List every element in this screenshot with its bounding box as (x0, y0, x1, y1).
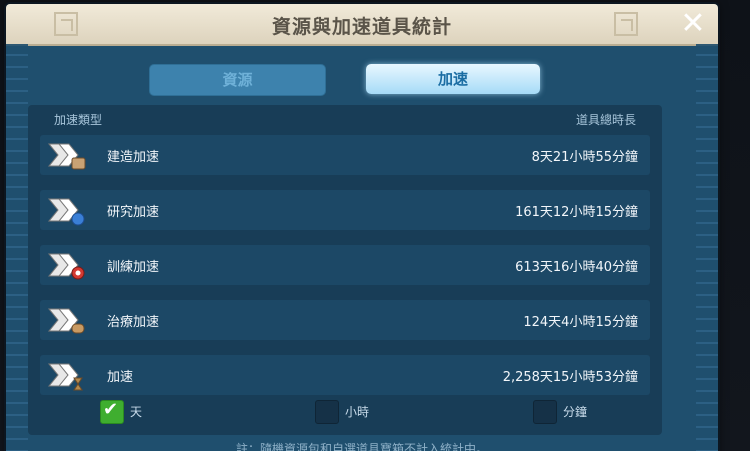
game-scene: 資源與加速道具統計 ✕ 資源 加速 加速類型 道具總時長 建造加速 8天21小時… (0, 0, 750, 451)
tab-resources[interactable]: 資源 (149, 64, 326, 96)
checkbox-hours[interactable] (315, 400, 339, 424)
dialog-header: 資源與加速道具統計 ✕ (6, 4, 718, 46)
unit-label: 小時 (345, 405, 370, 419)
training-speedup-icon (47, 253, 85, 280)
list-item: 加速 2,258天15小時53分鐘 (40, 355, 650, 395)
speedup-label: 加速 (107, 370, 134, 385)
time-unit-selector: 天 小時 分鐘 (6, 399, 718, 426)
list-item: 訓練加速 613天16小時40分鐘 (40, 245, 650, 285)
dialog-title: 資源與加速道具統計 (271, 16, 452, 38)
speedup-label: 建造加速 (107, 150, 160, 165)
list-item: 治療加速 124天4小時15分鐘 (40, 300, 650, 340)
speedup-list: 加速類型 道具總時長 建造加速 8天21小時55分鐘 研究加速 161天12小時… (28, 105, 662, 435)
unit-label: 天 (130, 405, 143, 419)
research-speedup-icon (47, 198, 85, 226)
tab-bar: 資源 加速 (6, 62, 718, 98)
footer-note: 註：隨機資源包和自選道具寶箱不計入統計中。 (235, 442, 488, 451)
border-pattern-right (696, 44, 718, 451)
speedup-stats-dialog: 資源與加速道具統計 ✕ 資源 加速 加速類型 道具總時長 建造加速 8天21小時… (6, 4, 718, 451)
speedup-label: 訓練加速 (107, 260, 160, 275)
close-icon[interactable]: ✕ (678, 9, 708, 40)
unit-label: 分鐘 (563, 405, 588, 419)
universal-speedup-icon (47, 363, 83, 391)
speedup-label: 治療加速 (107, 315, 160, 330)
column-header-type: 加速類型 (54, 113, 103, 127)
speedup-label: 研究加速 (107, 205, 160, 220)
speedup-total: 161天12小時15分鐘 (515, 205, 638, 220)
tab-speedups[interactable]: 加速 (366, 64, 540, 94)
checkbox-days[interactable] (100, 399, 124, 424)
list-item: 研究加速 161天12小時15分鐘 (40, 190, 650, 230)
speedup-total: 2,258天15小時53分鐘 (502, 370, 638, 385)
border-pattern-left (6, 44, 28, 451)
checkbox-minutes[interactable] (533, 400, 557, 424)
speedup-total: 613天16小時40分鐘 (515, 260, 638, 275)
speedup-total: 124天4小時15分鐘 (523, 315, 638, 330)
building-speedup-icon (47, 143, 86, 170)
speedup-total: 8天21小時55分鐘 (531, 150, 638, 165)
column-header-total: 道具總時長 (575, 113, 636, 127)
healing-speedup-icon (47, 308, 85, 334)
list-item: 建造加速 8天21小時55分鐘 (40, 135, 650, 175)
